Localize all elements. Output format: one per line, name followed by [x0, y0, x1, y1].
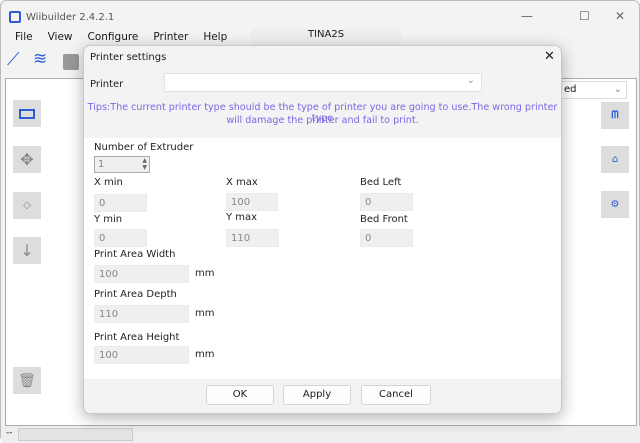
apply-button[interactable]: Apply	[283, 385, 351, 405]
y-min-label: Y min	[94, 214, 123, 225]
minimize-button[interactable]: —	[521, 9, 533, 23]
right-dropdown-value: ed	[564, 84, 577, 95]
menu-view[interactable]: View	[48, 31, 73, 43]
maximize-button[interactable]: ☐	[579, 9, 590, 23]
chevron-down-icon: ⌄	[613, 84, 622, 95]
trash-icon[interactable]: 🗑	[13, 367, 41, 394]
bed-front-label: Bed Front	[360, 214, 408, 225]
x-min-label: X min	[94, 177, 123, 188]
printer-tab[interactable]: TINA2S	[251, 29, 401, 45]
platform-icon[interactable]	[13, 100, 41, 127]
status-text: --	[6, 428, 13, 438]
y-max-label: Y max	[226, 212, 258, 223]
tips-line-2: will damage the printer and fail to prin…	[226, 115, 419, 126]
app-title: Wiibuilder 2.4.2.1	[26, 11, 115, 23]
y-max-input[interactable]: 110	[226, 229, 279, 247]
app-logo-icon	[9, 11, 21, 23]
dialog-title: Printer settings	[90, 52, 167, 63]
remove-support-icon[interactable]: ⌂	[601, 146, 629, 173]
print-depth-label: Print Area Depth	[94, 289, 177, 300]
move-icon[interactable]: ✥	[13, 146, 41, 173]
bed-left-label: Bed Left	[360, 177, 402, 188]
x-max-input[interactable]: 100	[226, 193, 278, 211]
x-max-label: X max	[226, 177, 258, 188]
progress-bar	[18, 428, 133, 441]
menu-file[interactable]: File	[15, 31, 33, 43]
usb-connect-icon[interactable]: ⟋	[7, 49, 20, 70]
cancel-button[interactable]: Cancel	[361, 385, 431, 405]
chevron-down-icon: ⌄	[466, 75, 475, 86]
print-width-unit: mm	[195, 268, 215, 279]
print-height-label: Print Area Height	[94, 332, 180, 343]
printer-select[interactable]: ⌄	[164, 73, 482, 92]
menu-printer[interactable]: Printer	[153, 31, 188, 43]
erase-icon[interactable]: ◇	[13, 192, 41, 219]
print-width-input[interactable]: 100	[94, 265, 189, 283]
right-dropdown[interactable]: ed ⌄	[559, 81, 627, 99]
print-height-unit: mm	[195, 349, 215, 360]
bed-front-input[interactable]: 0	[360, 229, 413, 247]
menu-help[interactable]: Help	[203, 31, 227, 43]
support-icon[interactable]: ᗰ	[601, 102, 629, 129]
print-height-input[interactable]: 100	[94, 346, 189, 364]
save-icon[interactable]	[63, 54, 79, 70]
title-bar: Wiibuilder 2.4.2.1	[9, 9, 114, 25]
menu-configure[interactable]: Configure	[88, 31, 139, 43]
wifi-icon[interactable]: ≋	[33, 49, 47, 69]
slice-settings-icon[interactable]: ⚙	[601, 191, 629, 218]
bed-left-input[interactable]: 0	[360, 193, 413, 211]
dialog-close-button[interactable]: ✕	[544, 49, 555, 64]
close-window-button[interactable]: ✕	[615, 9, 625, 23]
x-min-input[interactable]: 0	[94, 194, 147, 212]
arrow-down-icon[interactable]: ↓	[13, 237, 41, 264]
extruder-spinbox[interactable]: 1 ▲ ▼	[94, 156, 150, 173]
print-width-label: Print Area Width	[94, 249, 176, 260]
menu-bar: File View Configure Printer Help	[15, 31, 227, 43]
printer-label: Printer	[90, 79, 124, 90]
extruder-value: 1	[98, 159, 105, 170]
spin-arrows-icon[interactable]: ▲ ▼	[142, 157, 147, 171]
printer-settings-dialog: Printer settings ✕ Printer ⌄ Tips:The cu…	[83, 45, 562, 414]
print-depth-input[interactable]: 110	[94, 305, 189, 323]
print-depth-unit: mm	[195, 308, 215, 319]
status-bar: --	[1, 426, 640, 443]
ok-button[interactable]: OK	[206, 385, 274, 405]
extruder-label: Number of Extruder	[94, 142, 194, 153]
y-min-input[interactable]: 0	[94, 229, 147, 247]
